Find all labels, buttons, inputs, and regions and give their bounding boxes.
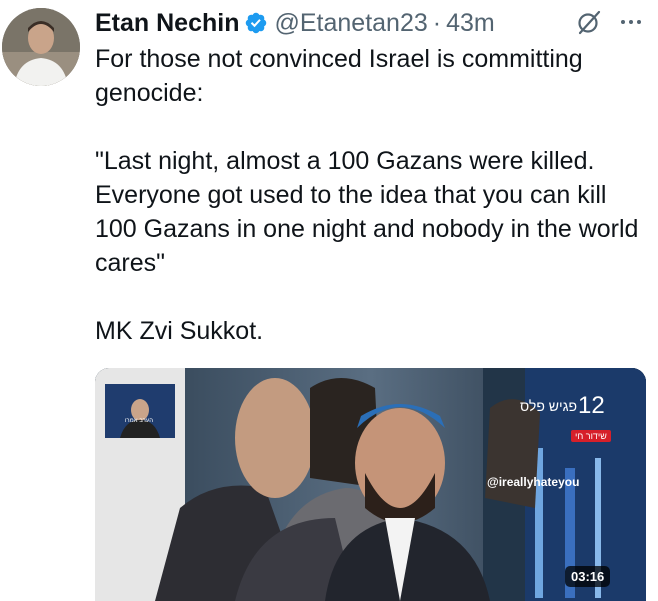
author-name[interactable]: Etan Nechin xyxy=(95,9,239,38)
separator-dot: · xyxy=(432,8,442,37)
tweet-paragraph: MK Zvi Sukkot. xyxy=(95,317,264,345)
tweet-header: Etan Nechin @Etanetan23 · 43m xyxy=(95,6,495,40)
tweet-timestamp[interactable]: 43m xyxy=(446,9,495,38)
tweet-paragraph: For those not convinced Israel is commit… xyxy=(95,45,583,107)
channel-logo: פגיש פלס xyxy=(520,398,578,414)
author-avatar[interactable] xyxy=(2,8,80,86)
grok-icon[interactable] xyxy=(575,8,603,36)
tweet-paragraph: "Last night, almost a 100 Gazans were ki… xyxy=(95,147,639,277)
verified-badge-icon xyxy=(246,12,267,34)
tweet-body: For those not convinced Israel is commit… xyxy=(95,42,650,348)
video-player[interactable]: הערב אמרו פגיש פלס 12 שידור חי @ireallyh… xyxy=(95,368,646,601)
author-handle[interactable]: @Etanetan23 xyxy=(274,9,427,38)
channel-number: 12 xyxy=(578,392,605,419)
more-options-icon[interactable] xyxy=(618,12,644,32)
video-watermark: @ireallyhateyou xyxy=(487,475,580,489)
video-duration: 03:16 xyxy=(565,566,611,587)
channel-live-badge: שידור חי xyxy=(571,430,611,442)
inset-caption: הערב אמרו xyxy=(124,418,154,424)
